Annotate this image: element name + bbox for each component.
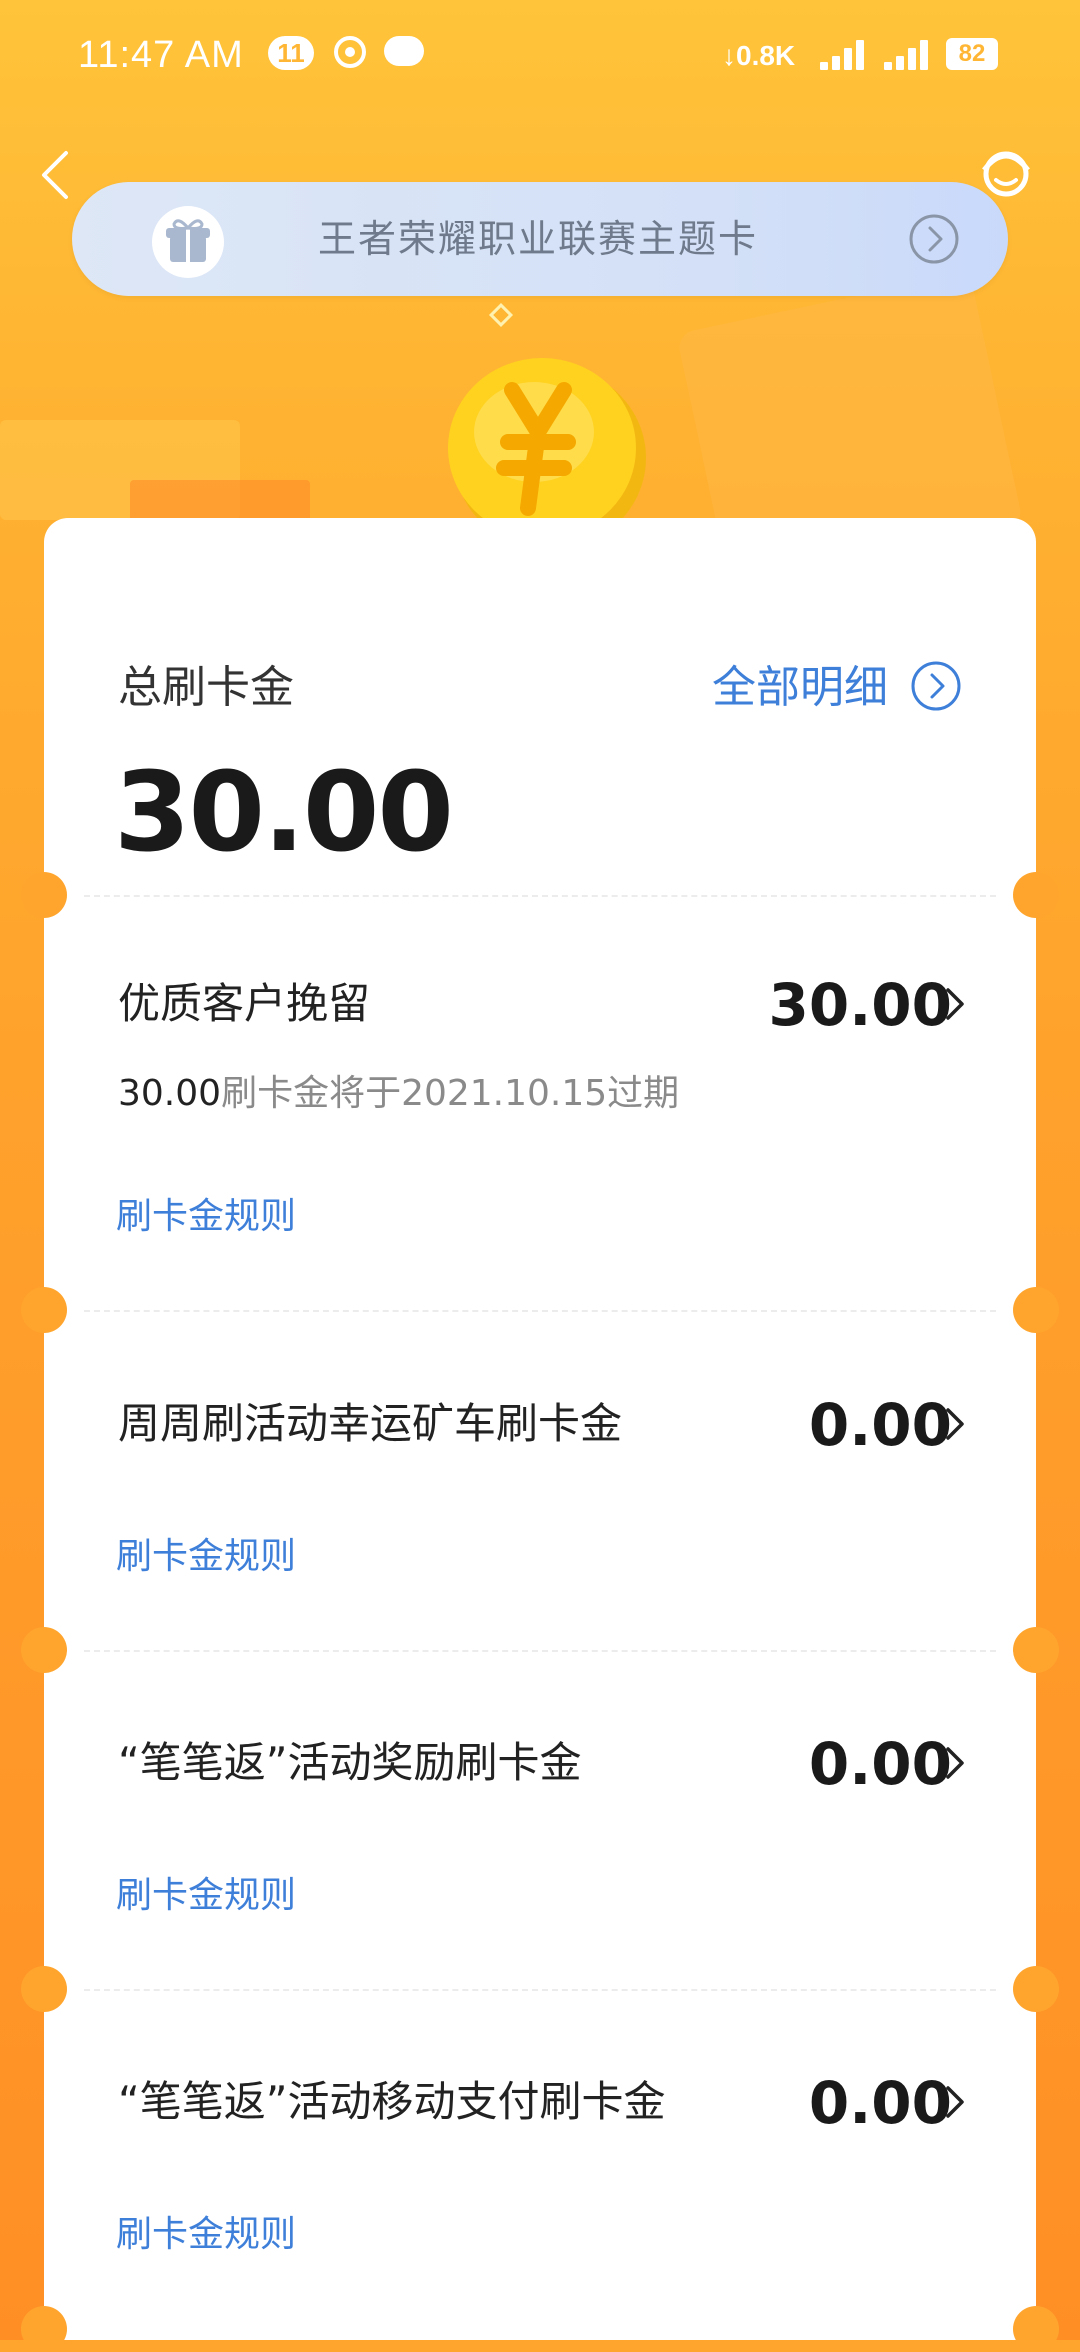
notch-decoration xyxy=(21,1627,67,1673)
divider xyxy=(84,1989,996,1991)
divider xyxy=(84,1650,996,1652)
sparkle-icon xyxy=(488,302,514,328)
notch-decoration xyxy=(21,1287,67,1333)
signal-4g-icon xyxy=(884,36,932,70)
item-amount[interactable]: 0.00 xyxy=(809,2068,952,2138)
chevron-right-circle-icon[interactable] xyxy=(910,660,962,712)
gift-icon xyxy=(166,219,210,262)
notch-decoration xyxy=(1013,1966,1059,2012)
battery-indicator: 82 xyxy=(946,38,998,70)
chevron-right-icon[interactable] xyxy=(944,984,968,1024)
notch-decoration xyxy=(21,1966,67,2012)
notch-decoration xyxy=(21,872,67,918)
chevron-right-circle-icon[interactable] xyxy=(908,213,960,265)
notch-decoration xyxy=(1013,1627,1059,1673)
banner-text: 王者荣耀职业联赛主题卡 xyxy=(318,217,759,261)
net-speed-value: 0.8K xyxy=(736,40,796,71)
all-detail-link[interactable]: 全部明细 xyxy=(712,658,888,718)
rule-link[interactable]: 刷卡金规则 xyxy=(116,1532,296,1582)
divider xyxy=(84,1310,996,1312)
total-amount: 30.00 xyxy=(114,748,454,876)
rule-link[interactable]: 刷卡金规则 xyxy=(116,1871,296,1921)
item-title[interactable]: “笔笔返”活动奖励刷卡金 xyxy=(118,1733,582,1793)
record-icon xyxy=(334,36,366,68)
item-amount[interactable]: 30.00 xyxy=(769,970,952,1040)
item-title[interactable]: 周周刷活动幸运矿车刷卡金 xyxy=(118,1394,622,1454)
item-title[interactable]: “笔笔返”活动移动支付刷卡金 xyxy=(118,2072,666,2132)
rule-link[interactable]: 刷卡金规则 xyxy=(116,2210,296,2260)
notch-decoration xyxy=(1013,2306,1059,2352)
chevron-right-icon[interactable] xyxy=(944,1404,968,1444)
chevron-right-icon[interactable] xyxy=(944,2082,968,2122)
divider xyxy=(84,895,996,897)
item-amount[interactable]: 0.00 xyxy=(809,1729,952,1799)
notch-decoration xyxy=(1013,872,1059,918)
item-amount[interactable]: 0.00 xyxy=(809,1390,952,1460)
notch-decoration xyxy=(1013,1287,1059,1333)
item-title[interactable]: 优质客户挽留 xyxy=(118,974,370,1034)
signal-icon xyxy=(820,36,868,70)
status-time: 11:47 AM xyxy=(78,34,244,76)
expire-text: 刷卡金将于2021.10.15过期 xyxy=(221,1073,680,1114)
status-bar: 11:47 AM 11 ↓0.8K 82 xyxy=(0,0,1080,110)
expire-amount: 30.00 xyxy=(118,1073,222,1114)
net-speed: ↓0.8K xyxy=(722,40,796,71)
total-label: 总刷卡金 xyxy=(118,662,294,713)
expire-note: 30.00刷卡金将于2021.10.15过期 xyxy=(118,1070,679,1118)
gift-icon-wrap xyxy=(152,206,224,278)
chevron-right-icon[interactable] xyxy=(944,1743,968,1783)
notification-count-badge: 11 xyxy=(268,36,314,70)
message-icon xyxy=(384,36,424,66)
rule-link[interactable]: 刷卡金规则 xyxy=(116,1192,296,1242)
notch-decoration xyxy=(21,2306,67,2352)
back-icon[interactable] xyxy=(36,145,76,205)
